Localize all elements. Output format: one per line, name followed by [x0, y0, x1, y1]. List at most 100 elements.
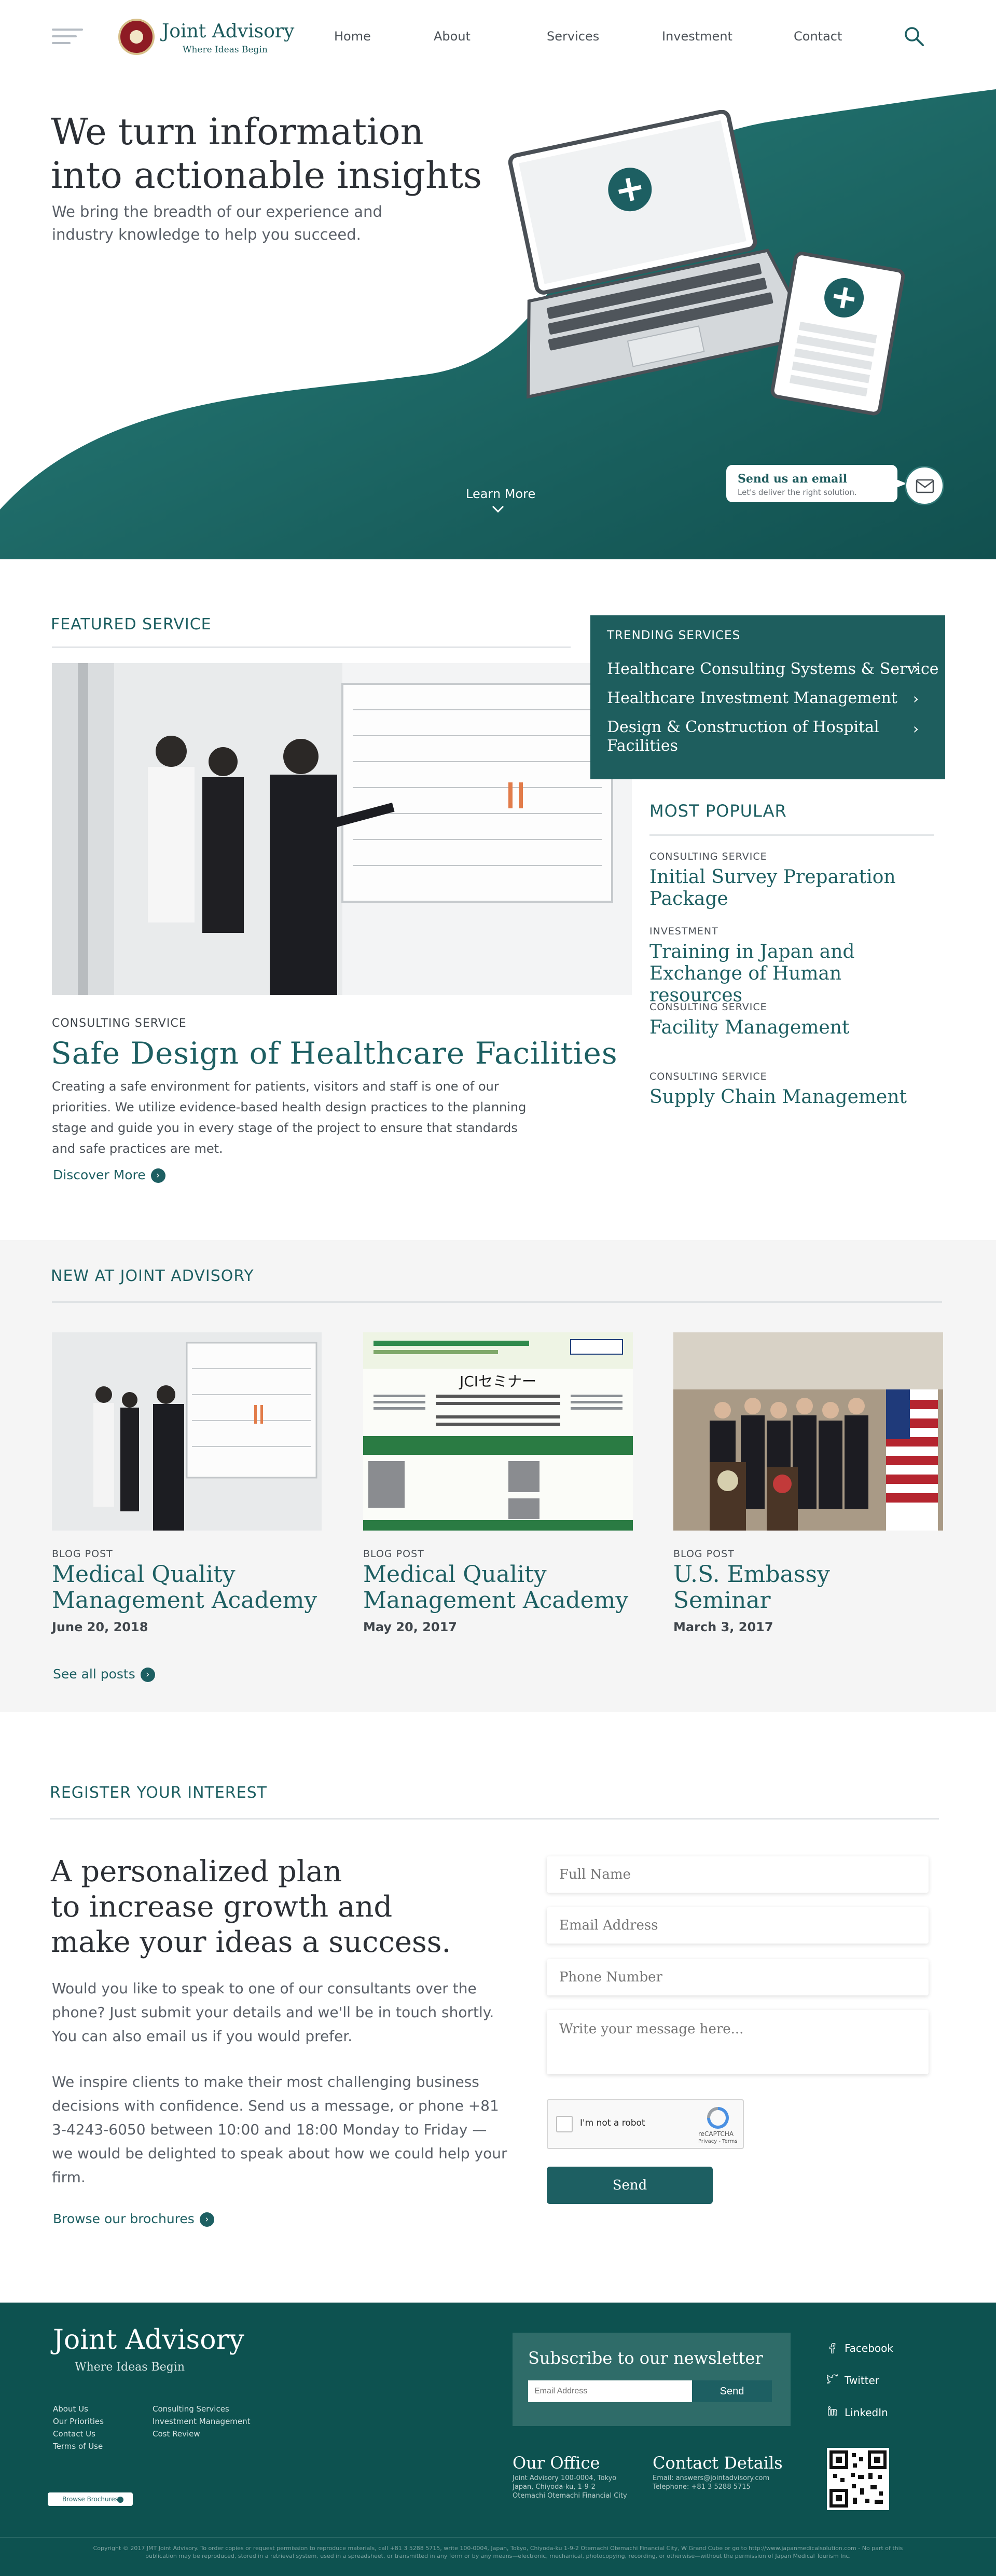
- office-line: Japan, Chiyoda-ku, 1-9-2: [513, 2483, 596, 2491]
- logo-seal-icon[interactable]: [118, 19, 155, 55]
- most-popular-label: MOST POPULAR: [649, 801, 787, 821]
- send-button[interactable]: Send: [547, 2167, 713, 2204]
- nav-services[interactable]: Services: [547, 29, 599, 44]
- hero-subtext: We bring the breadth of our experience a…: [52, 203, 382, 243]
- contact-email[interactable]: Email: answers@jointadvisory.com: [653, 2474, 769, 2483]
- recaptcha-checkbox[interactable]: [556, 2116, 573, 2132]
- laptop-illustration: [508, 110, 789, 399]
- news-card-category: BLOG POST: [52, 1548, 113, 1560]
- popular-item[interactable]: Initial Survey Preparation Package: [649, 866, 940, 910]
- popular-item[interactable]: Facility Management: [649, 1017, 940, 1039]
- featured-divider: [52, 646, 571, 648]
- news-card-date: June 20, 2018: [52, 1620, 148, 1634]
- mail-button[interactable]: [905, 466, 944, 505]
- contact-title: Contact Details: [653, 2453, 783, 2473]
- recaptcha-links[interactable]: Privacy - Terms: [698, 2139, 738, 2144]
- nav-investment[interactable]: Investment: [662, 29, 732, 44]
- trending-item[interactable]: Healthcare Investment Management: [607, 689, 897, 707]
- trending-item[interactable]: Healthcare Consulting Systems & Service: [607, 660, 939, 678]
- chevron-down-icon[interactable]: [492, 505, 504, 514]
- linkedin-icon[interactable]: [828, 2406, 837, 2416]
- arrow-right-icon: ›: [140, 1668, 155, 1682]
- register-headline: A personalized plan to increase growth an…: [51, 1855, 451, 1959]
- newsletter-email-input[interactable]: [528, 2380, 692, 2402]
- news-card-title[interactable]: Medical Quality Management Academy: [52, 1562, 342, 1614]
- discover-more-link[interactable]: Discover More ›: [53, 1167, 165, 1183]
- learn-more-link[interactable]: Learn More: [466, 487, 535, 501]
- linkedin-link[interactable]: LinkedIn: [845, 2406, 888, 2419]
- news-card-photo[interactable]: [673, 1332, 943, 1531]
- nav-about[interactable]: About: [434, 29, 471, 44]
- nav-home[interactable]: Home: [334, 29, 371, 44]
- footer-link[interactable]: Contact Us: [53, 2429, 95, 2439]
- recaptcha-label: I'm not a robot: [580, 2118, 645, 2128]
- email-callout-title[interactable]: Send us an email: [738, 472, 847, 486]
- news-card-date: March 3, 2017: [673, 1620, 773, 1634]
- register-paragraph: Would you like to speak to one of our co…: [52, 1980, 494, 2045]
- chevron-right-icon[interactable]: ›: [913, 690, 919, 707]
- contact-phone: Telephone: +81 3 5288 5715: [653, 2483, 751, 2491]
- footer-link[interactable]: Terms of Use: [53, 2442, 103, 2451]
- menu-icon[interactable]: [52, 29, 83, 46]
- register-paragraph: We inspire clients to make their most ch…: [52, 2073, 507, 2186]
- news-card-photo[interactable]: [52, 1332, 322, 1531]
- phone-input[interactable]: [547, 1959, 929, 1995]
- browse-brochures-link[interactable]: Browse our brochures ›: [53, 2211, 214, 2227]
- footer-divider: [0, 2537, 996, 2538]
- chevron-right-icon[interactable]: ›: [913, 720, 919, 737]
- full-name-input[interactable]: [547, 1856, 929, 1893]
- email-callout-subtext: Let's deliver the right solution.: [738, 488, 857, 497]
- email-input[interactable]: [547, 1907, 929, 1944]
- footer-tagline: Where Ideas Begin: [75, 2361, 185, 2374]
- footer-link[interactable]: Our Priorities: [53, 2417, 104, 2426]
- popular-item[interactable]: Supply Chain Management: [649, 1086, 940, 1108]
- popular-item[interactable]: Training in Japan and Exchange of Human …: [649, 941, 940, 1007]
- arrow-right-icon: ›: [150, 1168, 165, 1183]
- document-illustration: [770, 252, 905, 416]
- see-all-posts-link[interactable]: See all posts ›: [53, 1666, 155, 1682]
- twitter-icon[interactable]: [827, 2374, 838, 2384]
- facebook-link[interactable]: Facebook: [845, 2342, 893, 2354]
- footer-link[interactable]: Cost Review: [153, 2429, 200, 2439]
- footer-brand: Joint Advisory: [53, 2324, 244, 2355]
- featured-body: Creating a safe environment for patients…: [52, 1079, 527, 1156]
- news-card-date: May 20, 2017: [363, 1620, 458, 1634]
- trending-item[interactable]: Design & Construction of Hospital Facili…: [607, 718, 897, 755]
- search-icon[interactable]: [903, 25, 925, 48]
- popular-category: CONSULTING SERVICE: [649, 1071, 767, 1082]
- hero-headline: We turn information into actionable insig…: [51, 111, 482, 197]
- most-popular-divider: [649, 834, 934, 836]
- message-textarea[interactable]: [547, 2010, 929, 2074]
- facebook-icon[interactable]: [828, 2343, 836, 2353]
- news-divider: [52, 1301, 942, 1303]
- featured-category: CONSULTING SERVICE: [52, 1017, 187, 1030]
- chevron-right-icon[interactable]: ›: [913, 660, 919, 677]
- news-card-title[interactable]: U.S. Embassy Seminar: [673, 1562, 891, 1614]
- brand-tagline: Where Ideas Begin: [183, 45, 268, 55]
- brand-name[interactable]: Joint Advisory: [162, 21, 294, 42]
- footer-link[interactable]: About Us: [53, 2404, 88, 2414]
- recaptcha-brand: reCAPTCHA: [698, 2130, 734, 2138]
- nav-contact[interactable]: Contact: [794, 29, 842, 44]
- twitter-link[interactable]: Twitter: [845, 2374, 879, 2387]
- featured-title[interactable]: Safe Design of Healthcare Facilities: [51, 1036, 618, 1071]
- footer-link[interactable]: Investment Management: [153, 2417, 251, 2426]
- news-card-category: BLOG POST: [673, 1548, 735, 1560]
- news-card-category: BLOG POST: [363, 1548, 424, 1560]
- office-title: Our Office: [513, 2453, 600, 2473]
- trending-label: TRENDING SERVICES: [607, 629, 741, 642]
- footer-link[interactable]: Consulting Services: [153, 2404, 229, 2414]
- envelope-icon: [916, 479, 934, 493]
- news-card-title[interactable]: Medical Quality Management Academy: [363, 1562, 654, 1614]
- featured-photo[interactable]: [52, 663, 632, 995]
- newsletter-send-button[interactable]: Send: [692, 2380, 772, 2402]
- news-label: NEW AT JOINT ADVISORY: [51, 1267, 254, 1285]
- recaptcha-logo-icon: [707, 2107, 729, 2129]
- register-divider: [50, 1818, 939, 1820]
- popular-category: INVESTMENT: [649, 926, 718, 937]
- newsletter-title: Subscribe to our newsletter: [528, 2348, 763, 2368]
- arrow-right-icon: ›: [199, 2212, 214, 2227]
- qr-code: [827, 2448, 889, 2510]
- popular-category: CONSULTING SERVICE: [649, 851, 767, 862]
- news-card-poster[interactable]: JCIセミナー: [363, 1332, 633, 1531]
